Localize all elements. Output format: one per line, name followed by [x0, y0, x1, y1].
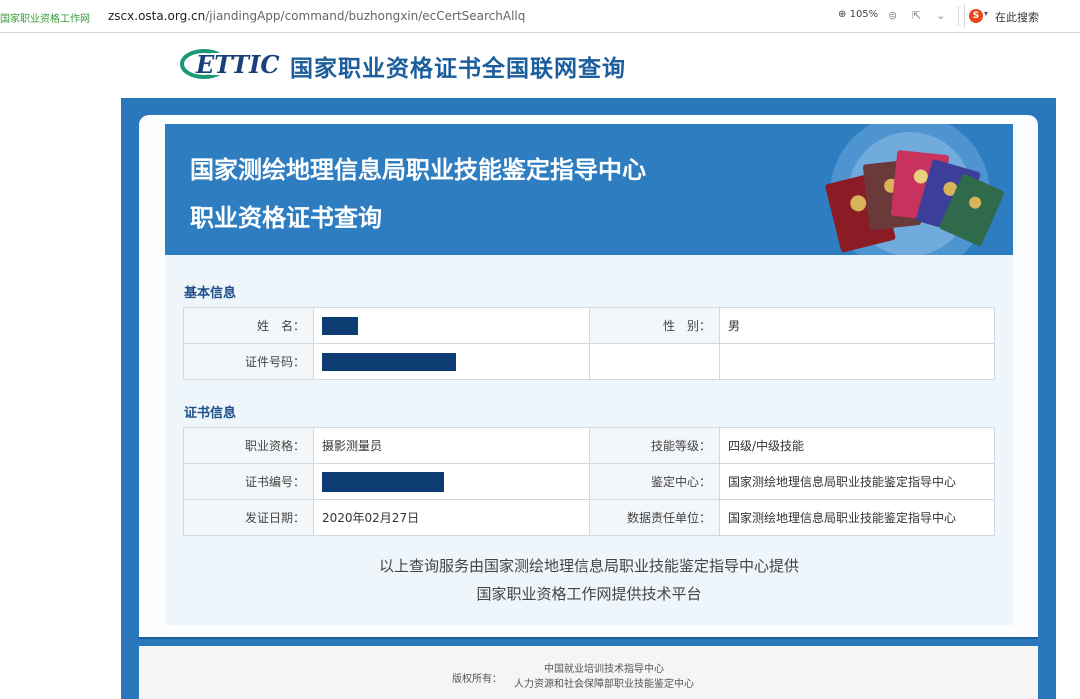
skill-level-label: 技能等级： — [589, 427, 720, 464]
url-path: /jiandingApp/command/buzhongxin/ecCertSe… — [205, 9, 526, 23]
banner-org-title: 国家测绘地理信息局职业技能鉴定指导中心 — [190, 156, 646, 184]
qualification-label: 职业资格： — [183, 427, 314, 464]
skill-level-value: 四级/中级技能 — [719, 427, 995, 464]
table-row: 证件号码： — [183, 343, 995, 380]
copyright-org-2: 人力资源和社会保障部职业技能鉴定中心 — [514, 679, 694, 690]
gender-label: 性 别： — [589, 307, 720, 344]
cert-info-heading: 证书信息 — [184, 406, 237, 421]
table-row: 发证日期： 2020年02月27日 数据责任单位： 国家测绘地理信息局职业技能鉴… — [183, 499, 995, 536]
share-icon[interactable]: ⇱ — [912, 9, 921, 22]
site-title: 国家职业资格证书全国联网查询 — [290, 56, 626, 82]
logo-text: ETTIC — [195, 50, 279, 79]
basic-info-heading: 基本信息 — [184, 286, 237, 301]
issue-date-label: 发证日期： — [183, 499, 314, 536]
qualification-value: 摄影测量员 — [313, 427, 590, 464]
id-number-label: 证件号码： — [183, 343, 314, 380]
redacted-cert-number — [322, 471, 444, 492]
compat-mode-icon[interactable]: ⊜ — [888, 9, 897, 22]
table-row: 姓 名： 性 别： 男 — [183, 307, 995, 344]
table-row: 证书编号： 鉴定中心： 国家测绘地理信息局职业技能鉴定指导中心 — [183, 463, 995, 500]
search-engine-dropdown-icon[interactable]: ▾ — [984, 9, 988, 18]
search-engine-icon[interactable]: S — [969, 9, 983, 23]
data-unit-label: 数据责任单位： — [589, 499, 720, 536]
appraisal-center-label: 鉴定中心： — [589, 463, 720, 500]
appraisal-center-value: 国家测绘地理信息局职业技能鉴定指导中心 — [719, 463, 995, 500]
redacted-name — [322, 316, 358, 335]
browser-toolbar: 国家职业资格工作网 zscx.osta.org.cn/jiandingApp/c… — [0, 0, 1080, 33]
chevron-down-icon[interactable]: ⌄ — [936, 9, 945, 22]
footer-divider — [139, 637, 1038, 646]
id-number-value — [313, 343, 590, 380]
url-host: zscx.osta.org.cn — [108, 9, 206, 23]
service-credit: 以上查询服务由国家测绘地理信息局职业技能鉴定指导中心提供 — [378, 557, 799, 575]
name-value — [313, 307, 590, 344]
zoom-control[interactable]: ⊕ 105% — [838, 9, 878, 20]
search-input[interactable]: 在此搜索 — [995, 9, 1039, 25]
banner: 国家测绘地理信息局职业技能鉴定指导中心 职业资格证书查询 — [165, 124, 1013, 255]
copyright-label: 版权所有： — [452, 674, 502, 685]
issue-date-value: 2020年02月27日 — [313, 499, 590, 536]
banner-page-title: 职业资格证书查询 — [190, 204, 382, 232]
name-label: 姓 名： — [183, 307, 314, 344]
platform-credit: 国家职业资格工作网提供技术平台 — [476, 585, 702, 603]
redacted-id-number — [322, 352, 456, 371]
certificates-illustration — [825, 124, 1005, 255]
cert-info-table: 职业资格： 摄影测量员 技能等级： 四级/中级技能 证书编号： 鉴定中心： 国家… — [183, 427, 995, 536]
cert-number-value — [313, 463, 590, 500]
empty-cell — [589, 343, 720, 380]
gender-value: 男 — [719, 307, 995, 344]
copyright-org-1: 中国就业培训技术指导中心 — [544, 664, 664, 675]
cert-number-label: 证书编号： — [183, 463, 314, 500]
basic-info-table: 姓 名： 性 别： 男 证件号码： — [183, 307, 995, 380]
tab-title[interactable]: 国家职业资格工作网 — [0, 10, 90, 25]
ettic-logo: ETTIC — [180, 49, 279, 79]
data-unit-value: 国家测绘地理信息局职业技能鉴定指导中心 — [719, 499, 995, 536]
address-bar[interactable]: zscx.osta.org.cn/jiandingApp/command/buz… — [108, 9, 525, 23]
empty-cell — [719, 343, 995, 380]
table-row: 职业资格： 摄影测量员 技能等级： 四级/中级技能 — [183, 427, 995, 464]
toolbar-divider — [958, 6, 959, 26]
zoom-icon: ⊕ — [838, 9, 847, 20]
zoom-level: 105% — [849, 9, 879, 20]
search-box[interactable]: S ▾ 在此搜索 — [964, 5, 1080, 27]
